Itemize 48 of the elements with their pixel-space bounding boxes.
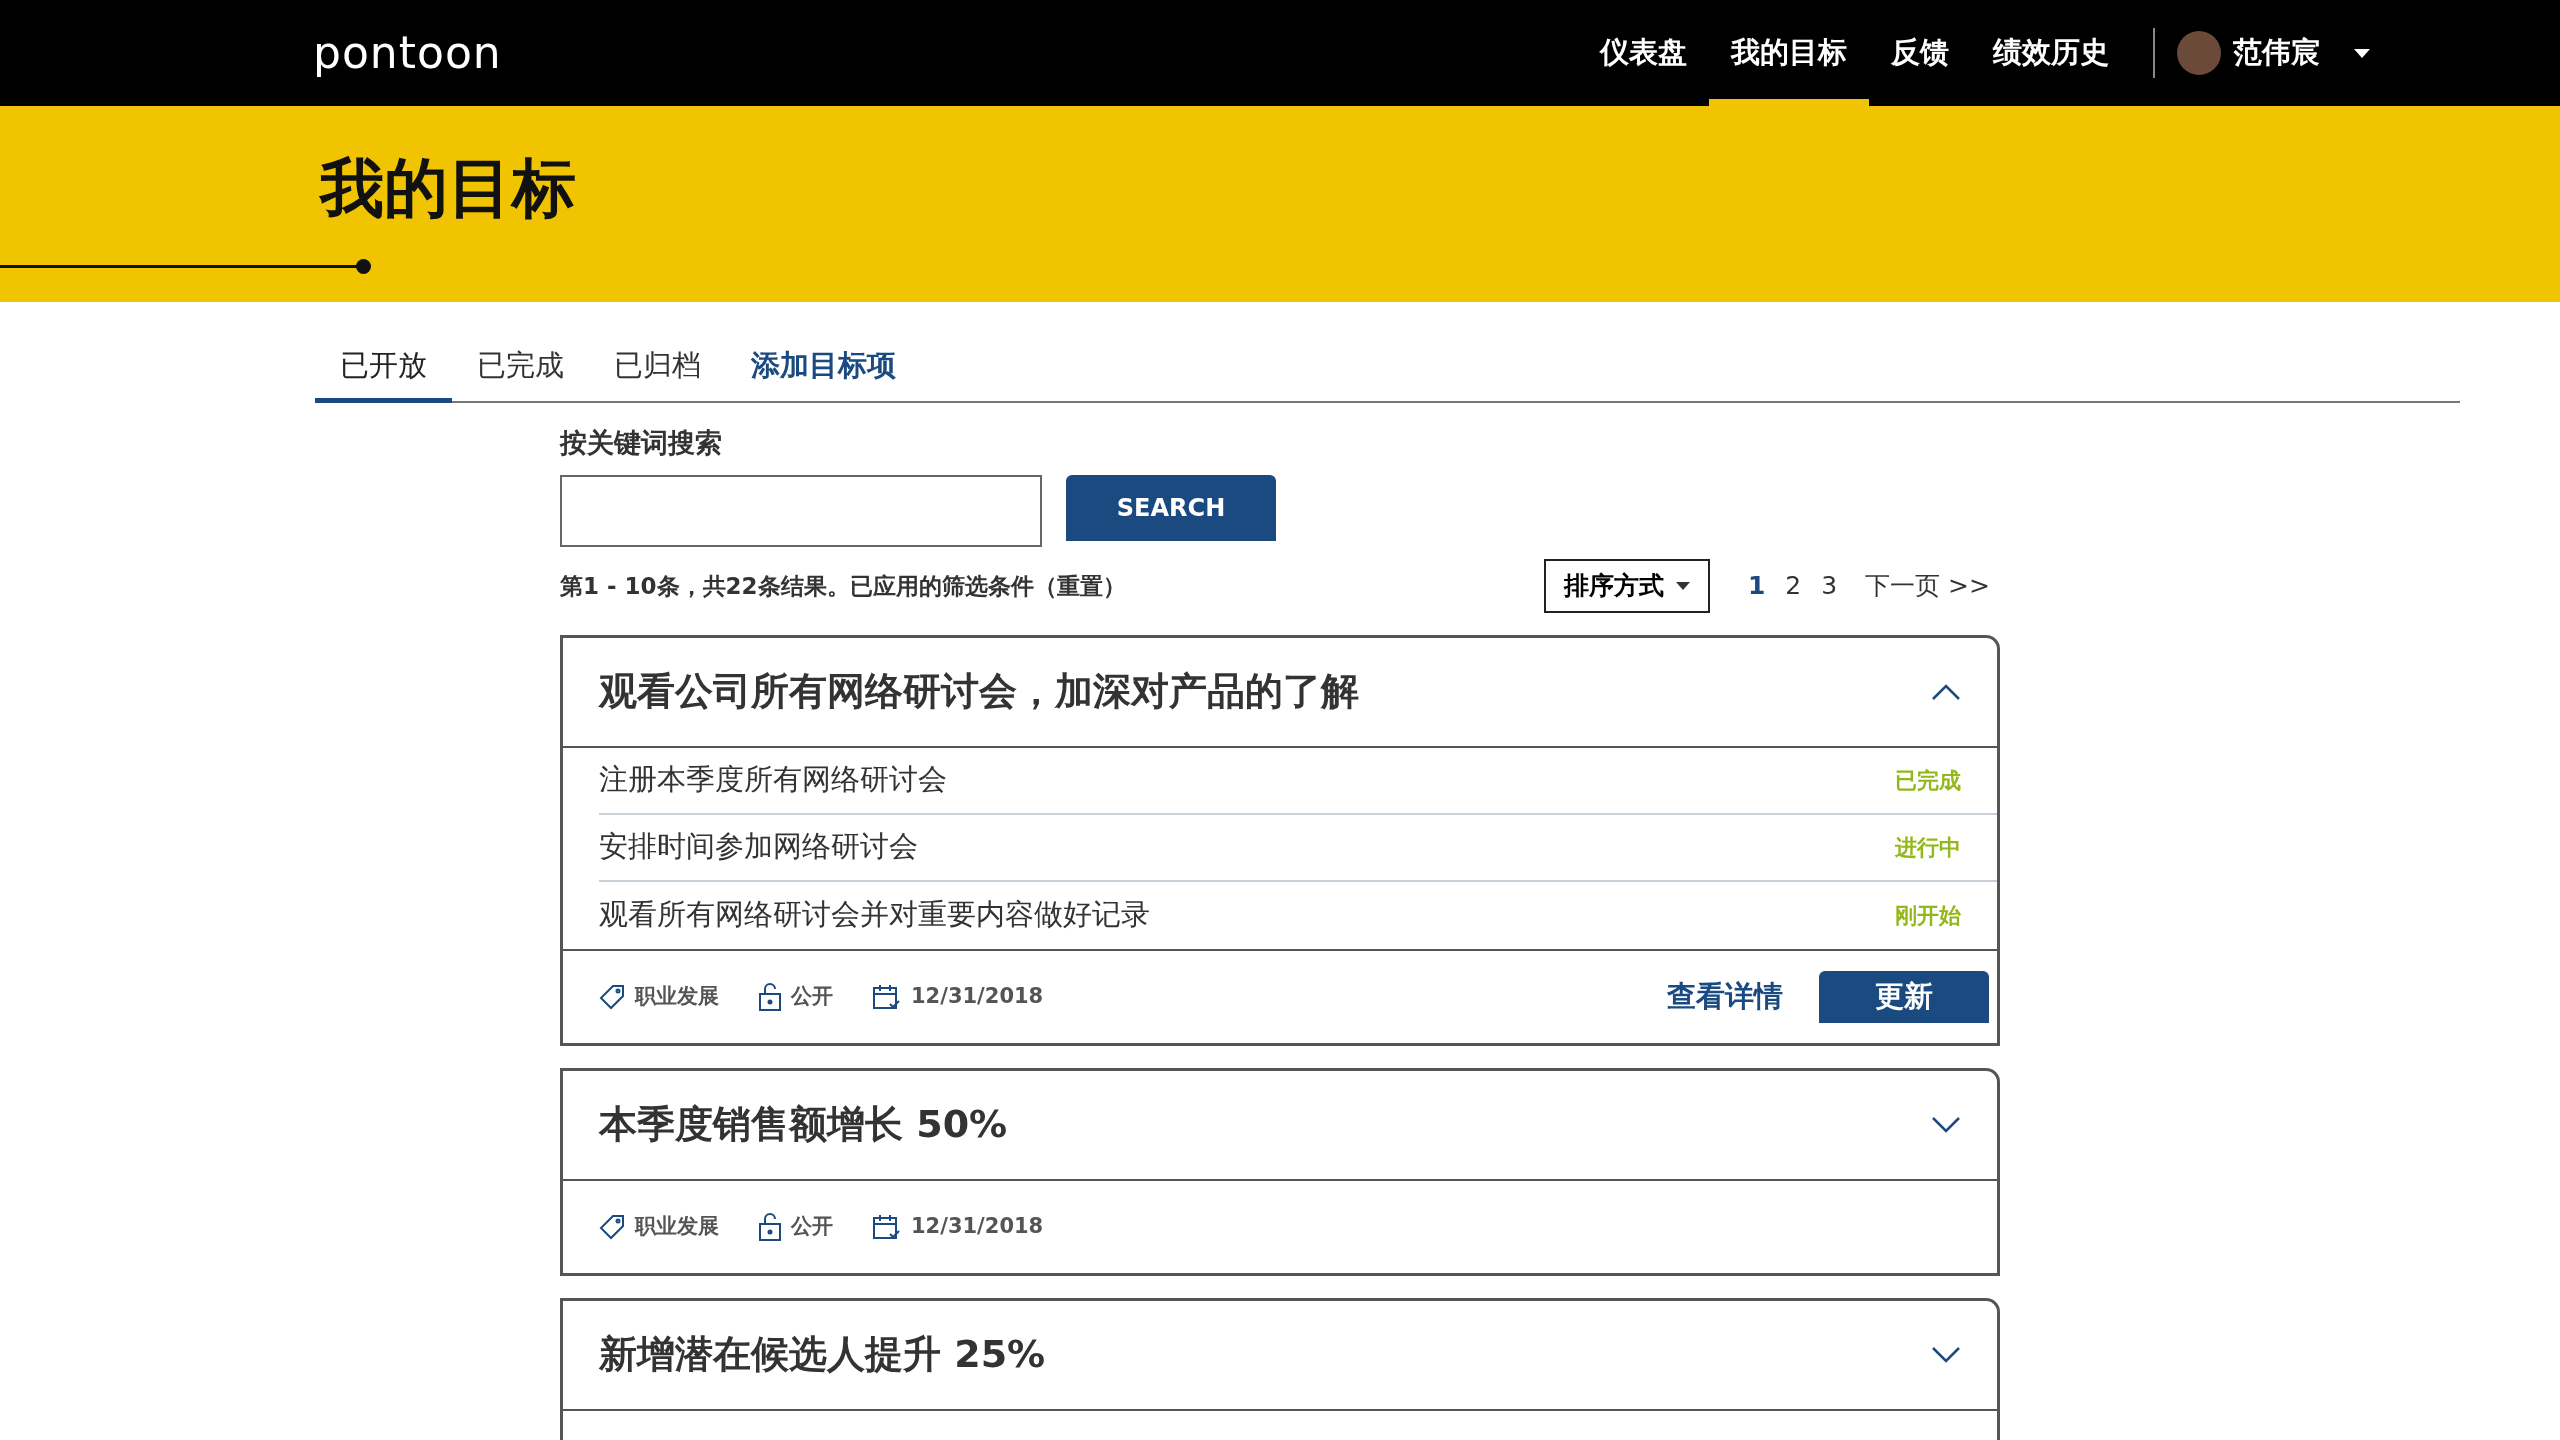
page-link[interactable]: 2	[1775, 567, 1812, 605]
goal-title: 观看公司所有网络研讨会，加深对产品的了解	[599, 668, 1359, 715]
expand-chevron-icon[interactable]	[1931, 1345, 1961, 1364]
caret-icon	[2354, 48, 2370, 58]
page-title: 我的目标	[320, 150, 577, 227]
category-label: 职业发展	[635, 982, 719, 1010]
due-date: 12/31/2018	[911, 1212, 1044, 1240]
tab[interactable]: 已完成	[452, 332, 589, 403]
avatar-photo	[2177, 31, 2221, 75]
collapse-chevron-icon[interactable]	[1931, 682, 1961, 701]
results-summary: 第1 - 10条，共22条结果。已应用的筛选条件（重置）	[560, 571, 1126, 601]
calendar-icon	[873, 983, 901, 1010]
subtask-status: 刚开始	[1895, 901, 1961, 930]
subtask-status: 进行中	[1895, 833, 1961, 862]
add-goal-tab[interactable]: 添加目标项	[726, 332, 921, 403]
nav-link[interactable]: 反馈	[1869, 0, 1971, 106]
tag-icon	[599, 1213, 625, 1240]
page-link[interactable]: 1	[1737, 567, 1776, 605]
expand-chevron-icon[interactable]	[1931, 1115, 1961, 1134]
due-date: 12/31/2018	[911, 982, 1044, 1010]
subtask-title: 观看所有网络研讨会并对重要内容做好记录	[599, 896, 1150, 934]
subtask-title: 安排时间参加网络研讨会	[599, 828, 918, 866]
visibility-label: 公开	[791, 982, 833, 1010]
page-link[interactable]: 3	[1811, 567, 1848, 605]
subtask-title: 注册本季度所有网络研讨会	[599, 761, 947, 799]
search-label: 按关键词搜索	[560, 425, 723, 460]
update-button[interactable]: 更新	[1819, 970, 1989, 1023]
nav-link[interactable]: 绩效历史	[1971, 0, 2131, 106]
caret-icon	[1675, 581, 1690, 590]
tab[interactable]: 已归档	[589, 332, 726, 403]
search-field[interactable]	[560, 475, 1042, 547]
lock-icon	[759, 982, 781, 1011]
search-button[interactable]: SEARCH	[1066, 475, 1276, 541]
next-page-link[interactable]: 下一页 >>	[1855, 567, 2000, 605]
category-label: 职业发展	[635, 1212, 719, 1240]
sort-dropdown[interactable]: 排序方式	[1543, 559, 1710, 613]
nav-link[interactable]: 仪表盘	[1578, 0, 1709, 106]
subtask-status: 已完成	[1895, 766, 1961, 795]
lock-icon	[759, 1212, 781, 1241]
goal-title: 本季度销售额增长 50%	[599, 1101, 1008, 1148]
goal-title: 新增潜在候选人提升 25%	[599, 1331, 1046, 1378]
user-menu-button[interactable]: 范伟宸	[2177, 31, 2370, 75]
tag-icon	[599, 983, 625, 1010]
calendar-icon	[873, 1213, 901, 1240]
tab[interactable]: 已开放	[315, 332, 452, 403]
logo[interactable]: pontoon	[313, 31, 502, 75]
view-details-link[interactable]: 查看详情	[1667, 974, 1783, 1019]
visibility-label: 公开	[791, 1212, 833, 1240]
